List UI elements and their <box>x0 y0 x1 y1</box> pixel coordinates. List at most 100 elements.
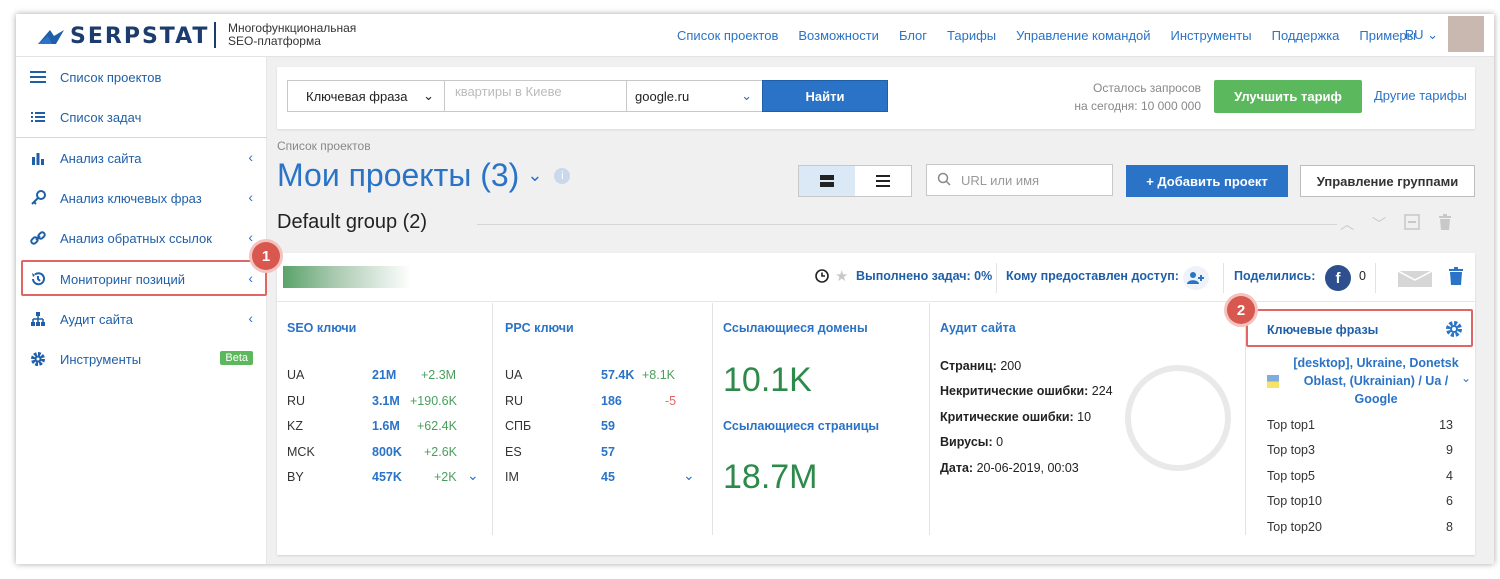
search-input[interactable]: квартиры в Киеве <box>444 80 627 112</box>
search-engine-select[interactable]: google.ru ⌄ <box>626 80 763 112</box>
table-cell-value[interactable]: 57.4K <box>601 368 634 382</box>
annotation-badge-2: 2 <box>1227 296 1255 324</box>
list-item: Top top20 8 <box>1267 520 1453 534</box>
chevron-down-icon[interactable]: ⌄ <box>1461 371 1471 385</box>
list-icon <box>28 111 48 123</box>
other-plans-link[interactable]: Другие тарифы <box>1374 88 1467 103</box>
manage-groups-button[interactable]: Управление группами <box>1300 165 1475 197</box>
find-button[interactable]: Найти <box>762 80 888 112</box>
chevron-down-icon[interactable]: ﹀ <box>1372 214 1386 234</box>
nav-features[interactable]: Возможности <box>798 28 879 43</box>
logo-subtitle: Многофункциональная SEO-платформа <box>228 21 357 48</box>
add-project-button[interactable]: + Добавить проект <box>1126 165 1288 197</box>
trash-icon[interactable] <box>1449 267 1463 285</box>
star-icon[interactable]: ★ <box>835 267 848 285</box>
mail-icon[interactable] <box>1397 270 1433 287</box>
table-row: KZ <box>287 419 303 433</box>
page-title[interactable]: Мои проекты (3) ⌄ i <box>277 157 571 194</box>
facebook-icon[interactable]: f <box>1325 265 1351 291</box>
project-card: ★ Выполнено задач: 0% Кому предоставлен … <box>277 253 1475 555</box>
logo[interactable]: SERPSTAT <box>36 24 209 49</box>
search-icon <box>937 172 951 189</box>
referring-pages-value[interactable]: 18.7M <box>723 458 818 497</box>
nav-projects[interactable]: Список проектов <box>677 28 778 43</box>
region-selector[interactable]: [desktop], Ukraine, Donetsk Oblast, (Ukr… <box>1291 354 1461 408</box>
project-search-input[interactable]: URL или имя <box>926 164 1113 196</box>
table-row: RU <box>287 394 306 408</box>
referring-domains-value[interactable]: 10.1K <box>723 361 812 400</box>
table-cell-value[interactable]: 3.1M <box>372 394 400 408</box>
table-cell-value[interactable]: 457K <box>372 470 402 484</box>
language-selector[interactable]: RU ⌄ <box>1405 27 1438 43</box>
sidebar-item-label: Анализ ключевых фраз <box>60 190 202 206</box>
logo-divider <box>214 22 216 48</box>
clock-icon[interactable] <box>815 269 829 288</box>
table-row: MCK <box>287 445 315 459</box>
table-cell-value[interactable]: 59 <box>601 419 615 433</box>
sidebar-item-label: Анализ сайта <box>60 150 142 166</box>
nav-tools[interactable]: Инструменты <box>1171 28 1252 43</box>
table-cell-delta: -5 <box>665 394 677 408</box>
breadcrumb[interactable]: Список проектов <box>277 139 371 153</box>
nav-team[interactable]: Управление командой <box>1016 28 1150 43</box>
grid-view-button[interactable] <box>799 166 855 196</box>
menu-icon <box>28 70 48 84</box>
table-cell-value[interactable]: 1.6M <box>372 419 400 433</box>
access-label: Кому предоставлен доступ: <box>1006 269 1179 283</box>
quota-text: Осталось запросов на сегодня: 10 000 000 <box>1074 81 1201 113</box>
audit-viruses: Вирусы: 0 <box>940 435 1004 449</box>
expand-chevron-icon[interactable]: ⌄ <box>467 467 479 484</box>
expand-chevron-icon[interactable]: ⌄ <box>683 467 695 484</box>
sitemap-icon <box>28 311 48 327</box>
sidebar-item-backlinks[interactable]: Анализ обратных ссылок ‹ <box>16 218 267 258</box>
table-row: IM <box>505 470 519 484</box>
add-user-icon[interactable] <box>1183 266 1209 290</box>
table-row: ES <box>505 445 522 459</box>
sidebar-item-site-audit[interactable]: Аудит сайта ‹ <box>16 299 267 339</box>
sidebar-item-keyword-analysis[interactable]: Анализ ключевых фраз ‹ <box>16 178 267 218</box>
seo-keys-title[interactable]: SEO ключи <box>287 321 356 335</box>
group-divider <box>477 224 1337 225</box>
search-type-select[interactable]: Ключевая фраза ⌄ <box>287 80 445 112</box>
referring-pages-title[interactable]: Ссылающиеся страницы <box>723 419 879 433</box>
table-cell-value[interactable]: 21M <box>372 368 396 382</box>
collapse-icon[interactable] <box>1404 214 1420 234</box>
nav-pricing[interactable]: Тарифы <box>947 28 996 43</box>
beta-badge: Beta <box>220 351 253 365</box>
trash-icon[interactable] <box>1438 214 1452 234</box>
chevron-down-icon: ⌄ <box>741 88 752 103</box>
table-row: UA <box>287 368 305 382</box>
chevron-down-icon: ⌄ <box>423 88 434 103</box>
table-cell-value[interactable]: 186 <box>601 394 622 408</box>
nav-blog[interactable]: Блог <box>899 28 927 43</box>
sidebar-item-tools[interactable]: Инструменты Beta <box>16 339 267 379</box>
column-separator <box>492 303 493 535</box>
audit-score-ring[interactable] <box>1125 365 1231 471</box>
info-icon[interactable]: i <box>554 167 571 184</box>
sidebar-item-site-analysis[interactable]: Анализ сайта ‹ <box>16 138 267 178</box>
list-item: Top top10 6 <box>1267 494 1453 508</box>
sidebar-item-tasks[interactable]: Список задач <box>16 97 267 137</box>
sidebar-item-label: Список проектов <box>60 69 162 85</box>
nav-support[interactable]: Поддержка <box>1272 28 1340 43</box>
ppc-keys-title[interactable]: PPC ключи <box>505 321 574 335</box>
table-cell-value[interactable]: 800K <box>372 445 402 459</box>
link-icon <box>28 230 48 246</box>
table-cell-delta: +190.6K <box>410 394 457 408</box>
referring-domains-title[interactable]: Ссылающиеся домены <box>723 321 868 335</box>
chevron-up-icon[interactable]: ︿ <box>1340 214 1354 234</box>
site-audit-title[interactable]: Аудит сайта <box>940 321 1016 335</box>
upgrade-button[interactable]: Улучшить тариф <box>1214 80 1362 113</box>
sidebar-item-label: Список задач <box>60 109 142 125</box>
table-cell-delta: +62.4K <box>417 419 457 433</box>
shared-label: Поделились: <box>1234 269 1316 283</box>
table-cell-value[interactable]: 57 <box>601 445 615 459</box>
table-row: BY <box>287 470 304 484</box>
list-view-button[interactable] <box>855 166 911 196</box>
table-row: UA <box>505 368 523 382</box>
annotation-badge-1: 1 <box>252 242 280 270</box>
avatar[interactable] <box>1448 16 1484 52</box>
project-name-blurred[interactable] <box>283 266 411 288</box>
table-cell-value[interactable]: 45 <box>601 470 615 484</box>
sidebar-item-projects[interactable]: Список проектов <box>16 57 267 97</box>
